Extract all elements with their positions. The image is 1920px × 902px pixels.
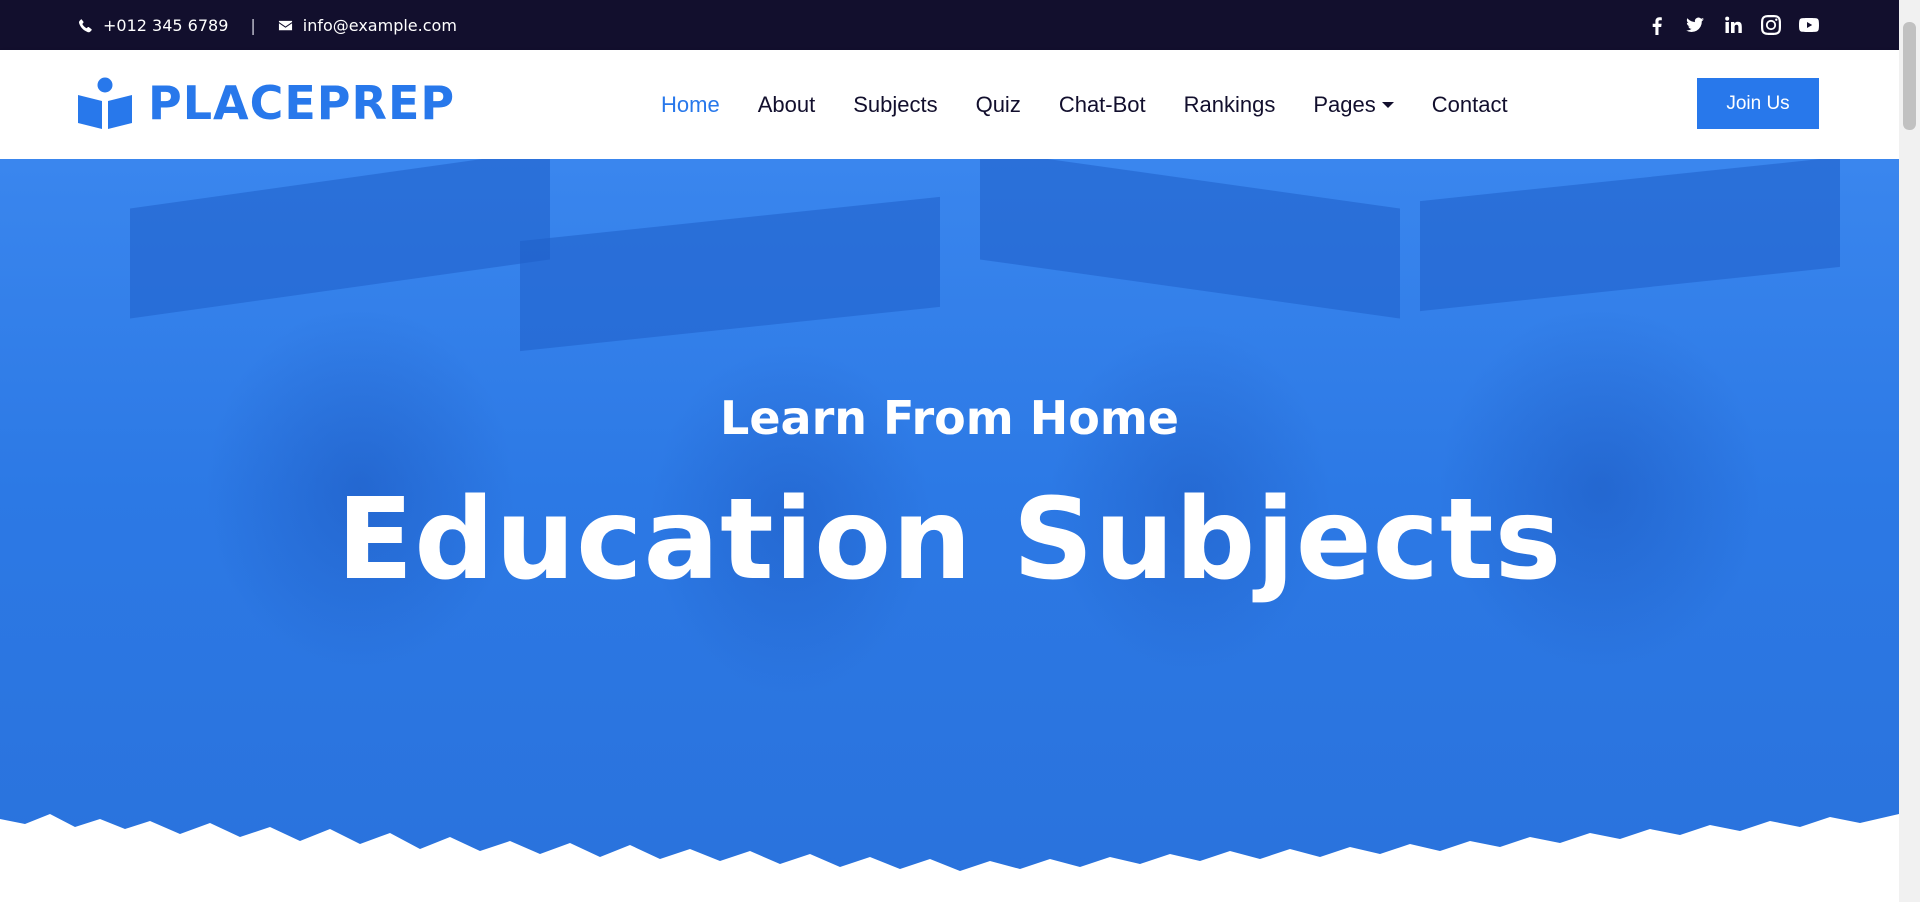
envelope-icon <box>278 20 292 30</box>
nav-item-about[interactable]: About <box>758 92 816 118</box>
social-links <box>1629 0 1819 50</box>
nav-item-pages[interactable]: Pages <box>1313 91 1394 118</box>
nav-menu: Home About Subjects Quiz Chat-Bot Rankin… <box>661 50 1546 159</box>
join-us-button[interactable]: Join Us <box>1697 78 1819 129</box>
email-contact[interactable]: info@example.com <box>278 16 457 35</box>
twitter-icon[interactable] <box>1685 15 1705 35</box>
page-scrollbar[interactable] <box>1899 0 1920 902</box>
facebook-icon[interactable] <box>1647 15 1667 35</box>
main-navbar: PLACEPREP Home About Subjects Quiz Chat-… <box>0 50 1899 159</box>
top-bar: +012 345 6789 | info@example.com <box>0 0 1899 50</box>
nav-item-contact[interactable]: Contact <box>1432 92 1508 118</box>
phone-icon <box>78 18 92 32</box>
brand-name: PLACEPREP <box>148 76 456 130</box>
email-address: info@example.com <box>302 15 457 35</box>
youtube-icon[interactable] <box>1799 15 1819 35</box>
nav-item-subjects[interactable]: Subjects <box>853 92 937 118</box>
torn-paper-edge <box>0 814 1899 902</box>
hero-banner: Learn From Home Education Subjects <box>0 159 1899 902</box>
nav-item-rankings[interactable]: Rankings <box>1184 92 1276 118</box>
nav-item-pages-label: Pages <box>1313 91 1376 117</box>
instagram-icon[interactable] <box>1761 15 1781 35</box>
book-reader-icon <box>78 77 132 129</box>
phone-contact[interactable]: +012 345 6789 <box>78 16 228 35</box>
contact-info: +012 345 6789 | info@example.com <box>78 0 457 50</box>
brand-logo[interactable]: PLACEPREP <box>78 76 455 130</box>
nav-item-home[interactable]: Home <box>661 92 720 118</box>
caret-down-icon <box>1381 101 1394 108</box>
linkedin-icon[interactable] <box>1723 15 1743 35</box>
nav-item-quiz[interactable]: Quiz <box>976 92 1021 118</box>
phone-number: +012 345 6789 <box>103 15 229 35</box>
contact-separator: | <box>250 15 256 35</box>
nav-item-chat-bot[interactable]: Chat-Bot <box>1059 92 1146 118</box>
scrollbar-thumb[interactable] <box>1903 22 1916 130</box>
